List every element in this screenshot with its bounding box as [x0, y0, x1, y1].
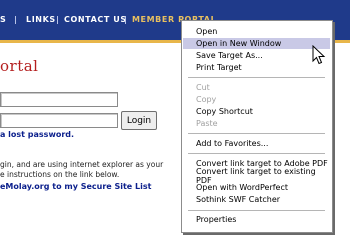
menu-item-convert-existing-pdf[interactable]: Convert link target to existing PDF [183, 167, 330, 185]
menu-item-label: Add to Favorites... [196, 139, 269, 149]
menu-item-label: Open with WordPerfect [196, 183, 289, 193]
menu-item-label: Copy [196, 95, 217, 105]
nav-item-links[interactable]: LINKS [26, 15, 56, 24]
menu-separator [188, 133, 325, 134]
menu-item-cut: Cut [183, 82, 330, 93]
username-input[interactable] [0, 92, 118, 107]
nav-separator: | [14, 15, 18, 24]
menu-item-properties[interactable]: Properties [183, 214, 330, 225]
password-input[interactable] [0, 113, 118, 128]
menu-item-label: Properties [196, 215, 237, 225]
menu-item-add-to-favorites[interactable]: Add to Favorites... [183, 138, 330, 149]
nav-item-partial[interactable]: S [0, 15, 6, 24]
menu-item-copy-shortcut[interactable]: Copy Shortcut [183, 106, 330, 117]
context-menu: Open Open in New Window Save Target As..… [181, 20, 333, 233]
menu-item-label: Open [196, 27, 218, 37]
login-button[interactable]: Login [121, 111, 157, 130]
lost-password-link[interactable]: a lost password. [0, 130, 74, 139]
page-title: ortal [0, 57, 39, 75]
menu-item-label: Copy Shortcut [196, 107, 253, 117]
instruction-text-line2: e instructions on the link below. [0, 170, 120, 179]
menu-item-label: Cut [196, 83, 210, 93]
menu-item-label: Sothink SWF Catcher [196, 195, 281, 205]
menu-item-save-target-as[interactable]: Save Target As... [183, 50, 330, 61]
menu-item-copy: Copy [183, 94, 330, 105]
menu-item-label: Save Target As... [196, 51, 263, 61]
menu-item-print-target[interactable]: Print Target [183, 62, 330, 73]
secure-site-link[interactable]: eMolay.org to my Secure Site List [0, 182, 151, 191]
nav-separator: | [56, 15, 60, 24]
menu-item-paste: Paste [183, 118, 330, 129]
menu-item-label: Open in New Window [196, 39, 282, 49]
menu-item-sothink-swf-catcher[interactable]: Sothink SWF Catcher [183, 194, 330, 205]
menu-item-label: Paste [196, 119, 218, 129]
mouse-pointer-icon [312, 45, 326, 65]
menu-item-label: Print Target [196, 63, 242, 73]
menu-separator [188, 210, 325, 211]
instruction-text-line1: gin, and are using internet explorer as … [0, 160, 164, 169]
menu-item-open[interactable]: Open [183, 26, 330, 37]
nav-separator: | [124, 15, 128, 24]
nav-item-contact-us[interactable]: CONTACT US [64, 15, 127, 24]
menu-separator [188, 77, 325, 78]
menu-item-open-with-wordperfect[interactable]: Open with WordPerfect [183, 182, 330, 193]
menu-separator [188, 153, 325, 154]
menu-item-open-new-window[interactable]: Open in New Window [183, 38, 330, 50]
